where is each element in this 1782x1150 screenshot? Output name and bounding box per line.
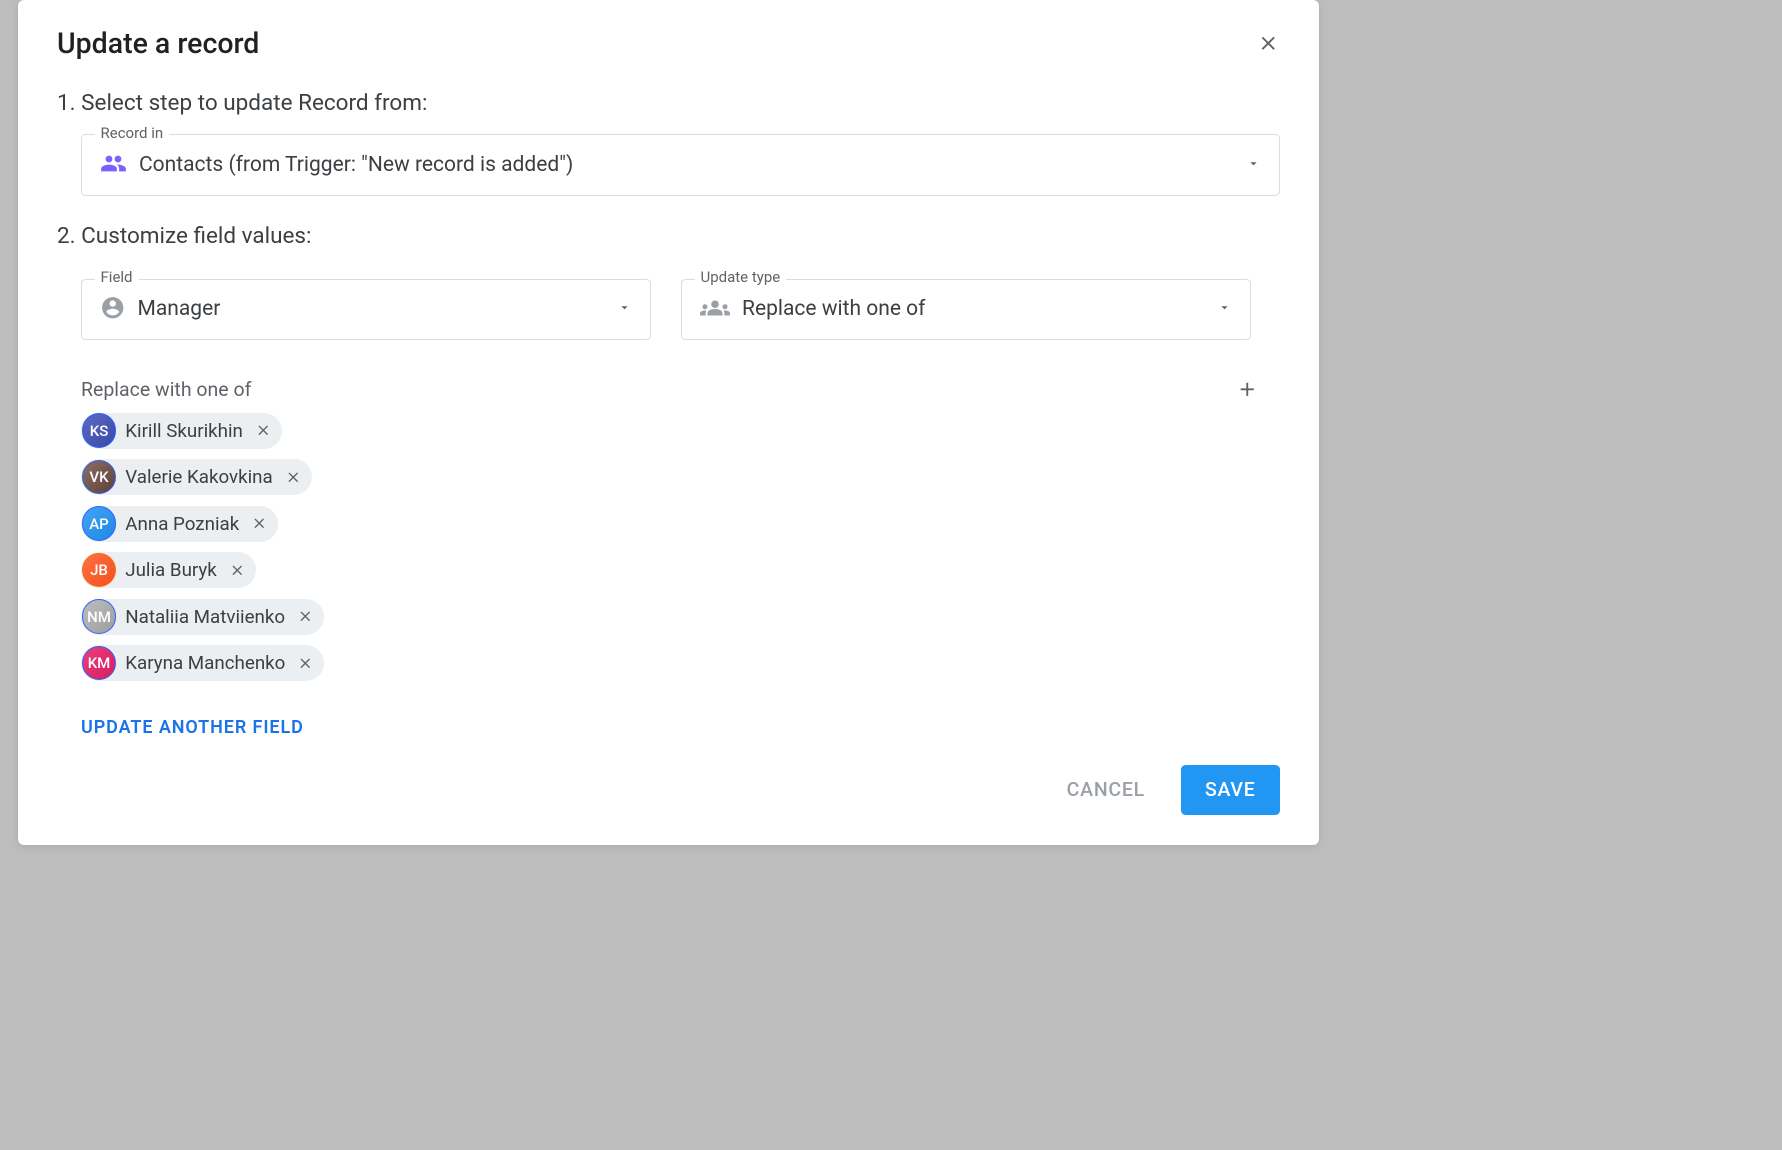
avatar: NM	[82, 599, 117, 634]
chip-remove-button[interactable]	[229, 562, 246, 579]
modal-title: Update a record	[57, 27, 259, 60]
avatar: AP	[82, 506, 117, 541]
avatar: VK	[82, 460, 117, 495]
chip-name: Nataliia Matviienko	[125, 606, 285, 628]
chip-name: Julia Buryk	[125, 559, 217, 581]
record-in-field-wrapper: Record in Contacts (from Trigger: "New r…	[81, 134, 1280, 196]
chips-container: KSKirill SkurikhinVKValerie KakovkinaAPA…	[81, 413, 1280, 682]
modal-body: 1. Select step to update Record from: Re…	[18, 75, 1319, 747]
chevron-down-icon	[1246, 156, 1261, 174]
person-chip[interactable]: AP Anna Pozniak	[81, 506, 278, 542]
chip-name: Valerie Kakovkina	[125, 466, 272, 488]
avatar: KM	[82, 646, 117, 681]
chip-remove-button[interactable]	[285, 469, 302, 486]
group-icon	[700, 293, 730, 326]
avatar: KS	[82, 413, 117, 448]
chip-name: Anna Pozniak	[125, 513, 239, 535]
close-icon	[1257, 32, 1280, 55]
person-icon	[100, 295, 126, 324]
update-record-modal: Update a record 1. Select step to update…	[18, 0, 1319, 845]
update-another-field-button[interactable]: UPDATE ANOTHER FIELD	[81, 717, 1280, 738]
update-type-label: Update type	[695, 268, 787, 286]
close-icon	[251, 515, 268, 532]
contacts-icon	[100, 150, 127, 180]
person-chip[interactable]: VK Valerie Kakovkina	[81, 459, 312, 495]
save-button[interactable]: SAVE	[1181, 765, 1280, 815]
person-chip[interactable]: KM Karyna Manchenko	[81, 645, 324, 681]
modal-header: Update a record	[18, 0, 1319, 75]
cancel-button[interactable]: CANCEL	[1046, 765, 1166, 815]
step2-label: 2. Customize field values:	[57, 223, 1280, 249]
field-label: Field	[95, 268, 139, 286]
person-chip[interactable]: JB Julia Buryk	[81, 552, 256, 588]
chip-remove-button[interactable]	[297, 608, 314, 625]
update-type-select[interactable]: Replace with one of	[681, 279, 1251, 341]
close-icon	[285, 469, 302, 486]
person-chip[interactable]: NM Nataliia Matviienko	[81, 599, 324, 635]
record-in-label: Record in	[95, 124, 170, 142]
chevron-down-icon	[1217, 300, 1232, 318]
update-type-select-wrapper: Update type Replace with one of	[681, 279, 1251, 341]
plus-icon	[1236, 378, 1259, 401]
chip-remove-button[interactable]	[255, 422, 272, 439]
close-icon	[255, 422, 272, 439]
close-icon	[297, 655, 314, 672]
modal-footer: CANCEL SAVE	[18, 747, 1319, 845]
record-in-value: Contacts (from Trigger: "New record is a…	[139, 153, 573, 177]
person-chip[interactable]: KS Kirill Skurikhin	[81, 413, 282, 449]
chip-name: Kirill Skurikhin	[125, 420, 243, 442]
chevron-down-icon	[617, 300, 632, 318]
add-button[interactable]	[1236, 378, 1259, 401]
replace-section: Replace with one of KS Kirill Skurikhin VK…	[81, 378, 1280, 682]
close-icon	[297, 608, 314, 625]
close-button[interactable]	[1257, 32, 1280, 55]
chip-name: Karyna Manchenko	[125, 652, 285, 674]
record-in-select[interactable]: Contacts (from Trigger: "New record is a…	[81, 134, 1280, 196]
update-type-value: Replace with one of	[742, 297, 925, 321]
close-icon	[229, 562, 246, 579]
chip-remove-button[interactable]	[251, 515, 268, 532]
chip-remove-button[interactable]	[297, 655, 314, 672]
field-value: Manager	[138, 297, 221, 321]
avatar: JB	[82, 553, 117, 588]
field-select-wrapper: Field Manager	[81, 279, 651, 341]
step1-label: 1. Select step to update Record from:	[57, 90, 1280, 116]
replace-label: Replace with one of	[81, 378, 251, 401]
field-select[interactable]: Manager	[81, 279, 651, 341]
